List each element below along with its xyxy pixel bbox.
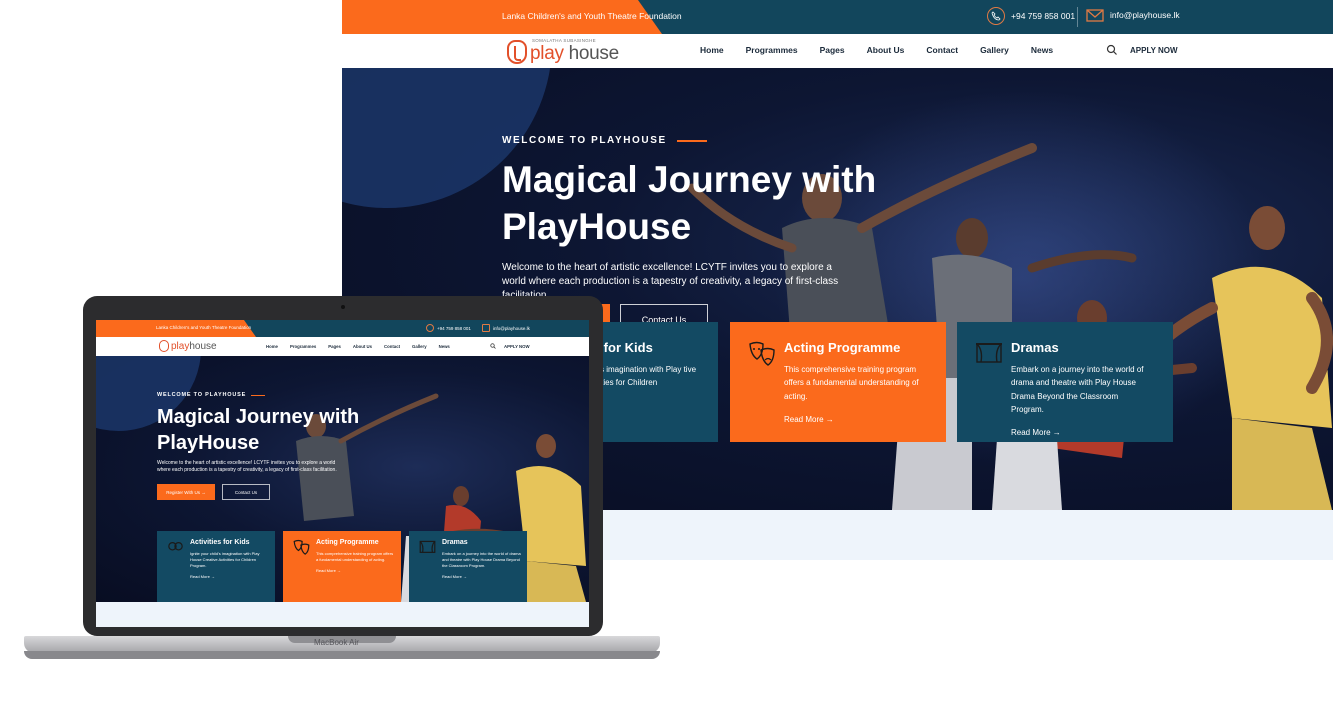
contact-us-button[interactable]: Contact Us <box>222 484 270 500</box>
read-more-link[interactable]: Read More → <box>316 568 395 573</box>
search-icon[interactable] <box>490 343 496 349</box>
nav-programmes[interactable]: Programmes <box>746 45 798 55</box>
nav-pages[interactable]: Pages <box>328 344 341 349</box>
nav-news[interactable]: News <box>1031 45 1053 55</box>
search-icon[interactable] <box>1106 44 1118 56</box>
hero-title: Magical Journey with PlayHouse <box>157 406 360 454</box>
camera <box>341 305 345 309</box>
hero-text: Welcome to the heart of artistic excelle… <box>157 460 337 473</box>
card-acting-programme[interactable]: Acting Programme This comprehensive trai… <box>283 531 401 602</box>
nav-gallery[interactable]: Gallery <box>980 45 1009 55</box>
mail-icon <box>482 324 490 332</box>
nav-programmes[interactable]: Programmes <box>290 344 316 349</box>
apply-now-link[interactable]: APPLY NOW <box>504 344 530 349</box>
card-dramas[interactable]: Dramas Embark on a journey into the worl… <box>957 322 1173 442</box>
nav-home[interactable]: Home <box>266 344 278 349</box>
top-bar: Lanka Children's and Youth Theatre Found… <box>342 0 1333 34</box>
nav-contact[interactable]: Contact <box>926 45 958 55</box>
register-button[interactable]: Register With Us → <box>157 484 215 500</box>
read-more-link[interactable]: Read More → <box>190 574 269 579</box>
phone-icon <box>987 7 1005 25</box>
nav-news[interactable]: News <box>439 344 450 349</box>
email-contact[interactable]: info@playhouse.lk <box>482 324 530 332</box>
phone-contact[interactable]: +94 759 858 001 <box>426 324 471 332</box>
nav-links: Home Programmes Pages About Us Contact G… <box>700 45 1075 55</box>
theatre-masks-icon <box>749 341 775 366</box>
hero-section: WELCOME TO PLAYHOUSE Magical Journey wit… <box>96 356 589 602</box>
stage-curtain-icon <box>419 540 436 553</box>
device-label: MacBook Air <box>314 638 359 647</box>
hero-title: Magical Journey with PlayHouse <box>502 159 877 247</box>
read-more-link[interactable]: Read More → <box>784 415 928 424</box>
hero-eyebrow: WELCOME TO PLAYHOUSE <box>157 392 266 398</box>
nav-about-us[interactable]: About Us <box>867 45 905 55</box>
read-more-link[interactable]: Read More → <box>1011 428 1155 437</box>
card-acting-programme[interactable]: Acting Programme This comprehensive trai… <box>730 322 946 442</box>
kids-activity-icon <box>168 542 183 551</box>
playhouse-logo[interactable]: play house <box>159 340 217 352</box>
nav-contact[interactable]: Contact <box>384 344 400 349</box>
nav-home[interactable]: Home <box>700 45 724 55</box>
phone-icon <box>426 324 434 332</box>
card-dramas[interactable]: Dramas Embark on a journey into the worl… <box>409 531 527 602</box>
org-name: Lanka Children's and Youth Theatre Found… <box>502 11 682 21</box>
nav-about-us[interactable]: About Us <box>353 344 372 349</box>
playhouse-logo[interactable]: play house SOMALATHA SUBASINGHE <box>507 38 619 64</box>
email-contact[interactable]: info@playhouse.lk <box>1086 7 1180 23</box>
mail-icon <box>1086 7 1104 23</box>
main-navbar: play house SOMALATHA SUBASINGHE Home Pro… <box>342 34 1333 68</box>
read-more-link[interactable]: Read More → <box>442 574 521 579</box>
apply-now-link[interactable]: APPLY NOW <box>1130 46 1178 55</box>
card-activities[interactable]: Activities for Kids Ignite your child's … <box>157 531 275 602</box>
phone-contact[interactable]: +94 759 858 001 <box>987 7 1075 25</box>
laptop-screen: Lanka Children's and Youth Theatre Found… <box>96 320 589 627</box>
theatre-masks-icon <box>293 539 310 555</box>
nav-gallery[interactable]: Gallery <box>412 344 427 349</box>
stage-curtain-icon <box>976 343 1002 363</box>
laptop-mockup: Lanka Children's and Youth Theatre Found… <box>83 296 603 636</box>
nav-pages[interactable]: Pages <box>820 45 845 55</box>
hero-eyebrow: WELCOME TO PLAYHOUSE <box>502 135 707 146</box>
